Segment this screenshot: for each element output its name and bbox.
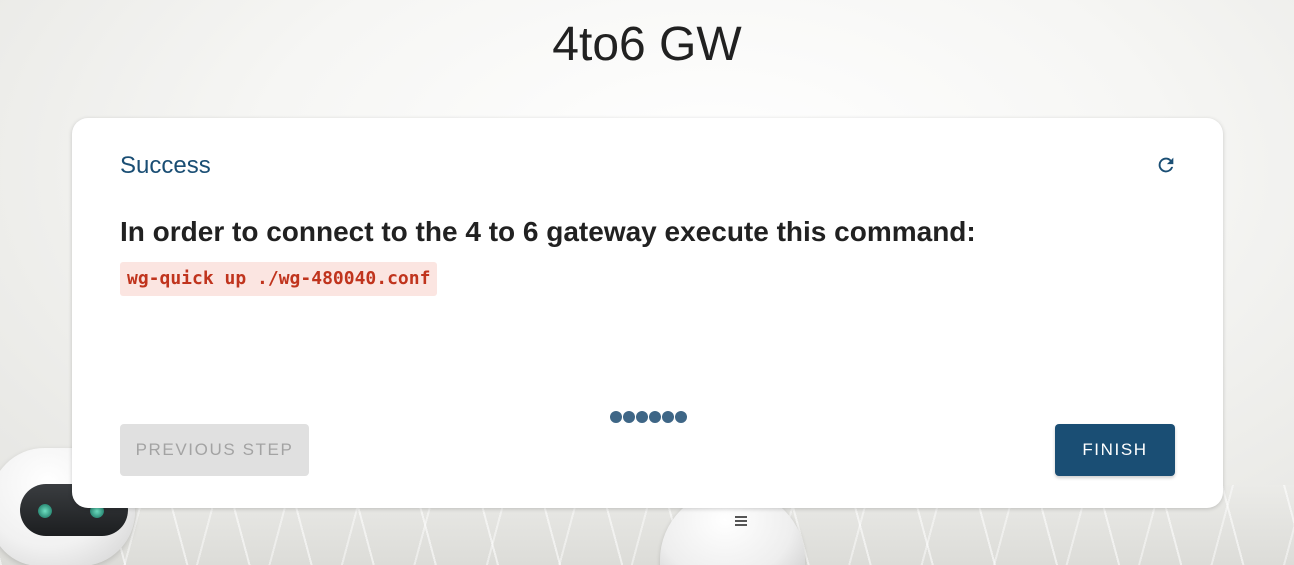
step-dot	[623, 411, 635, 423]
previous-step-button[interactable]: PREVIOUS STEP	[120, 424, 309, 476]
step-dot	[675, 411, 687, 423]
step-dot	[649, 411, 661, 423]
page-title: 4to6 GW	[552, 18, 742, 71]
robot-eye-left	[38, 504, 52, 518]
finish-button[interactable]: FINISH	[1055, 424, 1175, 476]
step-dot	[662, 411, 674, 423]
step-dot	[636, 411, 648, 423]
command-code: wg-quick up ./wg-480040.conf	[120, 262, 438, 296]
step-indicator	[610, 411, 687, 423]
instruction-text: In order to connect to the 4 to 6 gatewa…	[120, 216, 976, 247]
wizard-card: Success In order to connect to the 4 to …	[72, 118, 1223, 508]
robot-mark	[735, 516, 747, 526]
card-title: Success	[120, 152, 211, 179]
refresh-button[interactable]	[1155, 154, 1177, 176]
step-dot	[610, 411, 622, 423]
refresh-icon	[1158, 157, 1174, 173]
